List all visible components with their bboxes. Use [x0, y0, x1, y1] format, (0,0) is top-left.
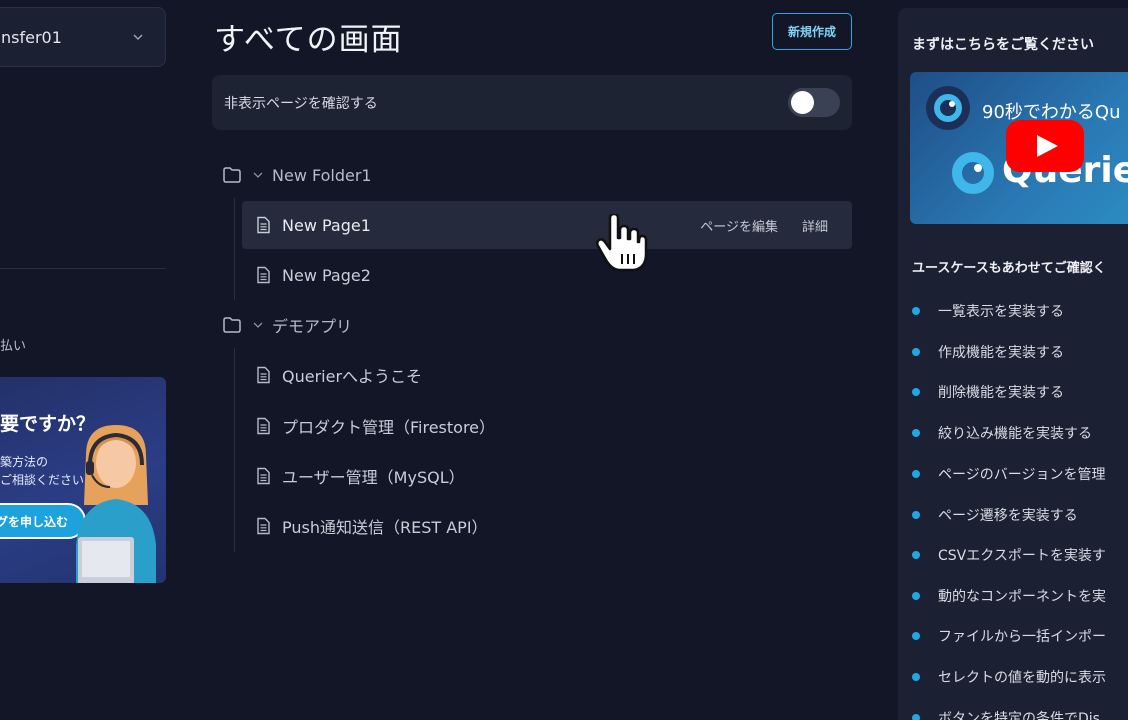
use-case-link[interactable]: 作成機能を実装する — [912, 342, 1064, 362]
promo-line-1: 築方法の — [0, 455, 49, 469]
page-row[interactable]: Querierへようこそ — [242, 353, 852, 397]
use-case-label: ページ遷移を実装する — [938, 508, 1078, 524]
use-case-heading: ユースケースもあわせてご確認く — [912, 261, 1106, 276]
use-case-link[interactable]: セレクトの値を動的に表示 — [912, 667, 1106, 687]
page-row-selected[interactable]: New Page1 ページを編集 詳細 — [242, 201, 852, 249]
show-hidden-pages-panel: 非表示ページを確認する — [212, 75, 852, 130]
chevron-down-icon[interactable] — [252, 169, 264, 181]
bullet-dot-icon — [912, 673, 920, 681]
promo-line-2: ご相談ください — [0, 473, 85, 487]
support-promo-card: 要ですか？ 築方法の ご相談ください ングを申し込む — [0, 377, 166, 583]
getting-started-heading: まずはこちらをご覧ください — [912, 37, 1094, 53]
page-row[interactable]: Push通知送信（REST API） — [242, 504, 852, 548]
use-case-label: CSVエクスポートを実装す — [938, 548, 1106, 564]
bullet-dot-icon — [912, 714, 920, 720]
intro-video-thumbnail[interactable]: 90秒でわかるQu Querier — [910, 72, 1128, 224]
page-row-actions: ページを編集 詳細 — [676, 201, 828, 249]
use-case-link[interactable]: 一覧表示を実装する — [912, 301, 1064, 321]
edit-page-link[interactable]: ページを編集 — [700, 216, 778, 235]
sidebar-item-billing[interactable]: 払い — [0, 335, 26, 354]
document-icon — [257, 216, 270, 234]
document-icon — [257, 266, 270, 284]
use-case-link[interactable]: 動的なコンポーネントを実 — [912, 586, 1106, 606]
document-icon — [257, 417, 270, 435]
folder-name: デモアプリ — [272, 317, 353, 336]
details-link[interactable]: 詳細 — [802, 216, 828, 235]
support-operator-illustration-icon — [76, 425, 156, 583]
folder-row[interactable]: New Folder1 — [222, 153, 852, 197]
folder-icon — [223, 167, 241, 183]
create-new-button[interactable]: 新規作成 — [772, 13, 852, 50]
use-case-label: ボタンを特定の条件でDis — [938, 711, 1100, 720]
use-case-label: 絞り込み機能を実装する — [938, 426, 1092, 442]
use-case-label: ファイルから一括インポー — [938, 629, 1106, 645]
document-icon — [257, 517, 270, 535]
use-case-link[interactable]: 削除機能を実装する — [912, 382, 1064, 402]
document-icon — [257, 366, 270, 384]
use-case-label: セレクトの値を動的に表示 — [938, 670, 1106, 686]
use-case-link[interactable]: ボタンを特定の条件でDis — [912, 708, 1100, 720]
page-name: New Page1 — [282, 215, 371, 235]
querier-logo-icon — [952, 152, 994, 194]
youtube-play-icon[interactable] — [1006, 120, 1084, 172]
page-name: New Page2 — [282, 265, 371, 285]
page-name: プロダクト管理（Firestore） — [282, 418, 496, 437]
toggle-knob — [791, 91, 814, 114]
use-case-label: 作成機能を実装する — [938, 345, 1064, 361]
workspace-name: nsfer01 — [1, 27, 62, 47]
page-name: Push通知送信（REST API） — [282, 518, 488, 537]
bullet-dot-icon — [912, 307, 920, 315]
promo-meeting-button[interactable]: ングを申し込む — [0, 503, 86, 539]
use-case-label: ページのバージョンを管理 — [938, 467, 1106, 483]
bullet-dot-icon — [912, 388, 920, 396]
use-case-link[interactable]: 絞り込み機能を実装する — [912, 423, 1092, 443]
tree-guide-line — [234, 348, 235, 552]
bullet-dot-icon — [912, 511, 920, 519]
tree-guide-line — [234, 198, 235, 300]
use-case-link[interactable]: CSVエクスポートを実装す — [912, 545, 1106, 565]
left-sidebar: nsfer01 払い 要ですか？ 築方法の ご相談ください ングを申し込む — [0, 0, 184, 720]
use-case-link[interactable]: ページのバージョンを管理 — [912, 464, 1105, 484]
use-case-label: 動的なコンポーネントを実 — [938, 589, 1106, 605]
bullet-dot-icon — [912, 470, 920, 478]
use-case-link[interactable]: ファイルから一括インポー — [912, 626, 1106, 646]
hand-pointer-cursor-icon — [596, 214, 648, 272]
show-hidden-pages-label: 非表示ページを確認する — [224, 95, 378, 112]
sidebar-divider — [0, 268, 166, 269]
getting-started-panel: まずはこちらをご覧ください 90秒でわかるQu Querier ユースケースもあ… — [898, 8, 1128, 720]
folder-row[interactable]: デモアプリ — [222, 303, 852, 347]
page-row[interactable]: ユーザー管理（MySQL） — [242, 454, 852, 498]
folder-name: New Folder1 — [272, 165, 372, 185]
use-case-link[interactable]: ページ遷移を実装する — [912, 505, 1078, 525]
querier-logo-icon — [926, 86, 970, 130]
chevron-down-icon — [133, 34, 143, 41]
bullet-dot-icon — [912, 348, 920, 356]
show-hidden-pages-toggle[interactable] — [788, 88, 840, 117]
bullet-dot-icon — [912, 632, 920, 640]
page-title: すべての画面 — [214, 22, 403, 58]
page-row[interactable]: プロダクト管理（Firestore） — [242, 404, 852, 448]
page-row[interactable]: New Page2 — [242, 253, 852, 297]
chevron-down-icon[interactable] — [252, 319, 264, 331]
page-name: ユーザー管理（MySQL） — [282, 468, 465, 487]
use-case-label: 一覧表示を実装する — [938, 304, 1064, 320]
bullet-dot-icon — [912, 429, 920, 437]
use-case-label: 削除機能を実装する — [938, 385, 1064, 401]
page-name: Querierへようこそ — [282, 367, 423, 386]
workspace-select[interactable]: nsfer01 — [0, 7, 166, 67]
bullet-dot-icon — [912, 551, 920, 559]
document-icon — [257, 467, 270, 485]
folder-icon — [223, 317, 241, 333]
bullet-dot-icon — [912, 592, 920, 600]
